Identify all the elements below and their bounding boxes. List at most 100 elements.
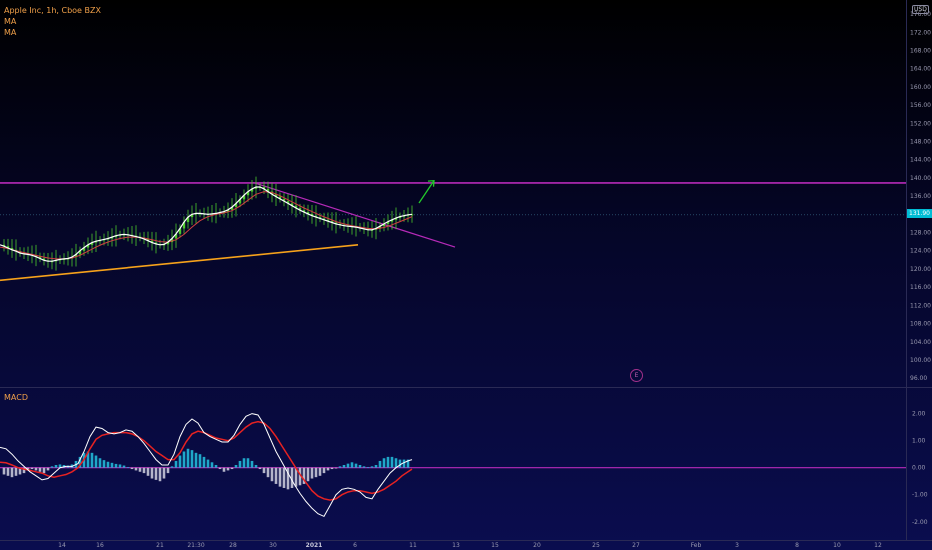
earnings-marker[interactable]: E (630, 369, 643, 382)
ma-white-line (0, 186, 413, 262)
macd-histogram-bar (262, 467, 266, 474)
macd-histogram-bar (338, 466, 342, 468)
macd-histogram-bar (38, 467, 42, 472)
macd-histogram-bar (50, 466, 54, 468)
macd-histogram-bar (318, 467, 322, 476)
macd-histogram-bar (138, 467, 142, 472)
macd-histogram-bar (346, 463, 350, 468)
price-tick-label: 100.00 (910, 357, 931, 364)
date-tick-label: 14 (58, 542, 66, 549)
macd-histogram-bar (166, 467, 170, 474)
date-tick-label: 28 (229, 542, 237, 549)
price-tick-label: 156.00 (910, 102, 931, 109)
price-tick-label: 96.00 (910, 375, 927, 382)
date-tick-label: 12 (874, 542, 882, 549)
date-tick-label: 3 (735, 542, 739, 549)
chart-root: 96.00 100.00 104.00 108.00 112.00 116.00 120.0… (0, 0, 932, 550)
chart-canvas[interactable]: 96.00100.00104.00108.00112.00116.00120.0… (0, 0, 932, 550)
macd-histogram-bar (182, 451, 186, 468)
date-tick-label: 10 (833, 542, 841, 549)
macd-histogram-bar (186, 448, 190, 468)
date-tick-label: 11 (409, 542, 417, 549)
legend: Apple Inc, 1h, Cboe BZX MA MA (4, 5, 101, 38)
macd-histogram-bar (218, 467, 222, 470)
macd-histogram-bar (98, 458, 102, 468)
date-tick-label: 15 (491, 542, 499, 549)
macd-histogram-bar (34, 467, 38, 471)
macd-tick-label: 0.00 (912, 465, 926, 472)
macd-histogram-bar (174, 460, 178, 468)
macd-histogram-bar (178, 455, 182, 468)
price-tick-label: 104.00 (910, 339, 931, 346)
descending-trendline (252, 181, 456, 248)
macd-histogram-bar (142, 467, 146, 474)
macd-histogram-bar (42, 467, 46, 474)
macd-histogram-bar (122, 465, 126, 468)
ma1-legend[interactable]: MA (4, 16, 101, 27)
price-tick-label: 108.00 (910, 321, 931, 328)
macd-histogram-bar (190, 450, 194, 468)
macd-tick-label: -1.00 (912, 492, 928, 499)
macd-histogram-bar (382, 458, 386, 468)
macd-histogram-bar (362, 466, 366, 468)
support-trendline (0, 244, 359, 282)
macd-histogram-bar (202, 456, 206, 468)
price-tick-label: 140.00 (910, 175, 931, 182)
date-tick-label: 20 (533, 542, 541, 549)
price-tick-label: 172.00 (910, 29, 931, 36)
price-tick-label: 164.00 (910, 66, 931, 73)
macd-histogram-bar (106, 461, 110, 468)
macd-histogram-bar (158, 467, 162, 482)
macd-line (0, 413, 413, 518)
macd-histogram-bar (234, 465, 238, 468)
symbol-legend[interactable]: Apple Inc, 1h, Cboe BZX (4, 5, 101, 16)
currency-badge[interactable]: USD (912, 5, 929, 14)
macd-tick-label: 2.00 (912, 411, 926, 418)
macd-histogram-bar (6, 467, 10, 476)
date-tick-label: 6 (353, 542, 357, 549)
macd-histogram-bar (306, 467, 310, 482)
date-tick-label: Feb (691, 542, 702, 549)
macd-histogram-bar (214, 465, 218, 468)
macd-histogram-bar (198, 454, 202, 468)
date-tick-label: 27 (632, 542, 640, 549)
macd-histogram-bar (194, 452, 198, 468)
date-tick-label: 13 (452, 542, 460, 549)
macd-histogram-bar (154, 467, 158, 480)
macd-histogram-bar (230, 467, 234, 470)
macd-histogram-bar (226, 467, 230, 471)
macd-histogram-bar (386, 456, 390, 468)
macd-histogram-bar (334, 467, 338, 469)
macd-histogram-bar (370, 466, 374, 468)
macd-histogram-bar (206, 459, 210, 468)
macd-histogram-bar (330, 467, 334, 470)
macd-histogram-bar (102, 460, 106, 468)
macd-histogram-bar (242, 458, 246, 468)
ma-red-line (0, 191, 413, 260)
date-tick-label: 21 (156, 542, 164, 549)
macd-histogram-bar (118, 464, 122, 468)
macd-histogram-bar (2, 467, 6, 475)
macd-histogram-bar (394, 458, 398, 468)
macd-histogram-bar (398, 459, 402, 468)
date-tick-label: 2021 (306, 542, 323, 549)
macd-histogram-bar (374, 465, 378, 468)
macd-histogram-bar (366, 467, 370, 468)
macd-histogram-bar (278, 467, 282, 487)
macd-histogram-bar (126, 467, 130, 468)
ma2-legend[interactable]: MA (4, 27, 101, 38)
price-tick-label: 144.00 (910, 157, 931, 164)
macd-histogram-bar (250, 460, 254, 468)
macd-histogram-bar (310, 467, 314, 479)
macd-histogram-bar (114, 463, 118, 468)
macd-legend[interactable]: MACD (4, 393, 28, 402)
macd-histogram-bar (246, 458, 250, 468)
macd-histogram-bar (322, 467, 326, 474)
macd-histogram-bar (170, 466, 174, 468)
macd-tick-label: 1.00 (912, 438, 926, 445)
date-tick-label: 30 (269, 542, 277, 549)
macd-histogram-bar (326, 467, 330, 471)
macd-histogram-bar (254, 465, 258, 468)
macd-histogram-bar (110, 462, 114, 468)
macd-histogram-bar (282, 467, 286, 488)
